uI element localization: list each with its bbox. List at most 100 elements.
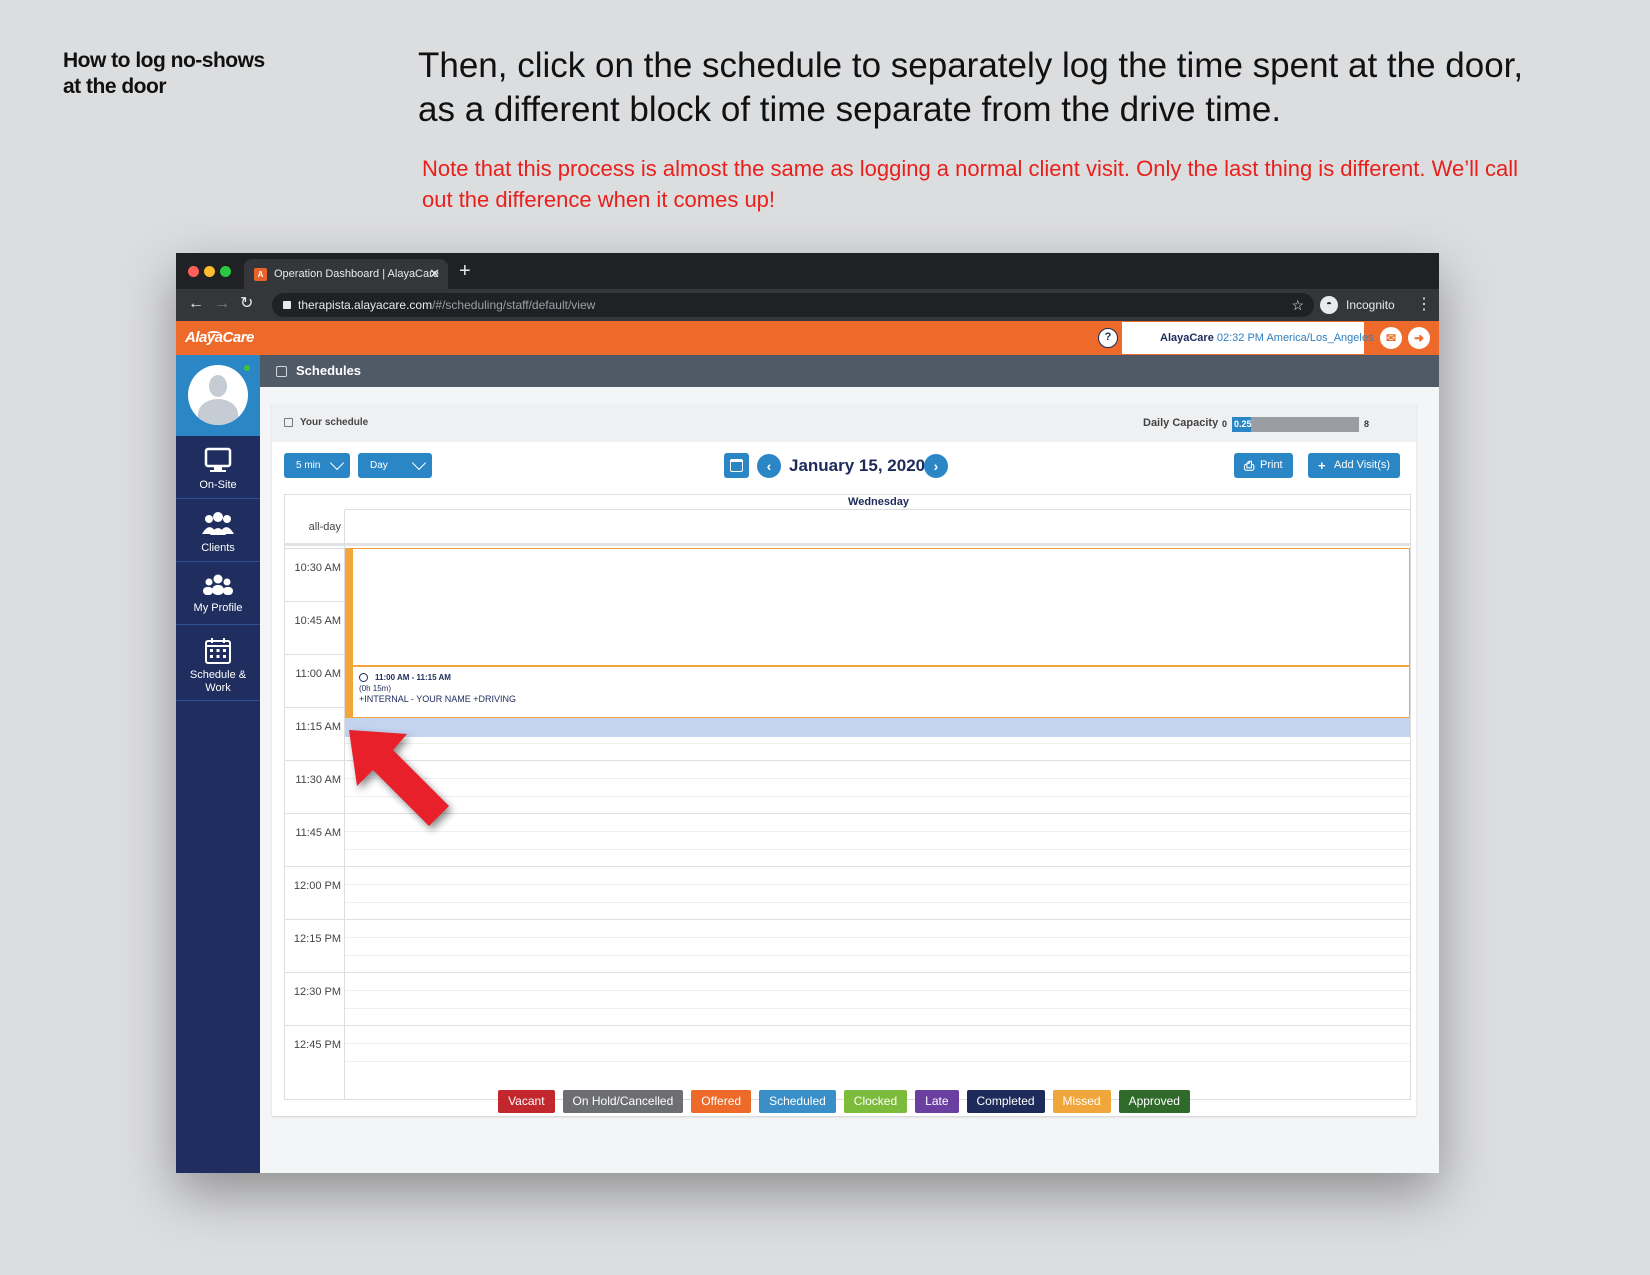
url-field[interactable]: therapista.alayacare.com/#/scheduling/st… bbox=[272, 293, 1314, 317]
page-title-bar: Schedules bbox=[260, 355, 1439, 387]
view-value: Day bbox=[370, 460, 388, 471]
time-subrow-line bbox=[345, 778, 1410, 779]
schedule-panel-icon bbox=[284, 418, 293, 427]
legend-chip: Completed bbox=[966, 1090, 1045, 1113]
alayacare-logo[interactable]: AlayaCare bbox=[185, 329, 254, 346]
profile-group-icon bbox=[203, 574, 233, 595]
next-day-button[interactable]: › bbox=[924, 454, 948, 478]
time-label: 11:30 AM bbox=[295, 774, 341, 786]
address-bar: ← → ↻ therapista.alayacare.com/#/schedul… bbox=[176, 289, 1439, 321]
url-host: therapista.alayacare.com bbox=[298, 298, 433, 312]
bookmark-star-icon[interactable]: ☆ bbox=[1291, 293, 1304, 317]
sidebar-item-clients[interactable]: Clients bbox=[176, 500, 260, 562]
interval-value: 5 min bbox=[296, 460, 321, 471]
help-icon: ? bbox=[1098, 328, 1118, 348]
all-day-row[interactable]: all-day bbox=[285, 510, 1410, 546]
current-date: January 15, 2020 bbox=[789, 456, 926, 475]
legend-chip: Missed bbox=[1052, 1090, 1111, 1113]
sidebar-item-my-profile[interactable]: My Profile bbox=[176, 563, 260, 625]
capacity-min: 0 bbox=[1222, 419, 1228, 429]
time-row-line bbox=[285, 972, 1410, 973]
panel-header: Your schedule Daily Capacity 0 0.25 8 bbox=[272, 404, 1416, 442]
time-row-line bbox=[285, 1025, 1410, 1026]
app-header: AlayaCare ? AlayaCare 02:32 PM America/L… bbox=[176, 321, 1439, 355]
avatar bbox=[188, 365, 248, 425]
back-icon[interactable]: ← bbox=[188, 294, 204, 314]
legend-chip: Vacant bbox=[498, 1090, 555, 1113]
time-label: 10:45 AM bbox=[294, 615, 341, 627]
time-subrow-line bbox=[345, 831, 1410, 832]
print-label: Print bbox=[1260, 459, 1283, 471]
capacity-max: 8 bbox=[1364, 419, 1370, 429]
selected-time-slot[interactable] bbox=[345, 718, 1410, 737]
logout-icon: ➜ bbox=[1413, 331, 1425, 345]
online-status-icon bbox=[244, 365, 250, 371]
incognito-indicator[interactable]: ◓ Incognito bbox=[1320, 293, 1395, 317]
sidebar-item-label: Schedule & Work bbox=[189, 669, 247, 694]
legend-chip: Scheduled bbox=[759, 1090, 836, 1113]
printer-icon: ⎙ bbox=[1244, 458, 1255, 473]
print-button[interactable]: ⎙ Print bbox=[1234, 453, 1293, 478]
reload-icon[interactable]: ↻ bbox=[240, 294, 253, 314]
tab-close-icon[interactable]: ✕ bbox=[429, 259, 440, 289]
logout-button[interactable]: ➜ bbox=[1408, 327, 1430, 349]
time-subrow-line bbox=[345, 937, 1410, 938]
sidebar-item-label: On-Site bbox=[199, 479, 237, 491]
time-row-line bbox=[285, 919, 1410, 920]
alayacare-favicon-icon: A bbox=[254, 268, 267, 281]
help-button[interactable]: ? bbox=[1098, 322, 1120, 354]
time-label: 10:30 AM bbox=[294, 562, 341, 574]
logo-swoosh-icon bbox=[207, 331, 221, 337]
incognito-label: Incognito bbox=[1346, 298, 1395, 312]
prev-day-button[interactable]: ‹ bbox=[757, 454, 781, 478]
legend-chip: Late bbox=[915, 1090, 959, 1113]
window-maximize-control[interactable] bbox=[220, 266, 231, 277]
day-column-header: Wednesday bbox=[345, 495, 1410, 510]
current-time: 02:32 PM bbox=[1216, 332, 1264, 344]
status-legend: Vacant On Hold/Cancelled Offered Scheduled C… bbox=[272, 1090, 1416, 1114]
tab-bar: A Operation Dashboard | AlayaCare ✕ + bbox=[176, 253, 1439, 289]
sidebar-item-on-site[interactable]: On-Site bbox=[176, 436, 260, 499]
view-select[interactable]: Day bbox=[358, 453, 432, 478]
chevron-down-icon bbox=[411, 455, 427, 471]
chevron-right-icon: › bbox=[933, 458, 939, 474]
new-tab-icon[interactable]: + bbox=[459, 259, 471, 283]
chevron-down-icon bbox=[329, 455, 345, 471]
user-name: AlayaCare bbox=[1160, 332, 1214, 344]
page-title: Schedules bbox=[296, 363, 362, 378]
avatar-block[interactable] bbox=[176, 355, 260, 436]
mail-icon: ✉ bbox=[1385, 331, 1397, 345]
browser-menu-icon[interactable]: ⋮ bbox=[1416, 293, 1432, 317]
user-info: ? AlayaCare 02:32 PM America/Los_Angeles bbox=[1098, 322, 1373, 354]
time-label: 11:15 AM bbox=[295, 721, 341, 733]
window-minimize-control[interactable] bbox=[204, 266, 215, 277]
unlabeled-event-block[interactable] bbox=[345, 548, 1410, 669]
legend-chip: Offered bbox=[691, 1090, 752, 1113]
sidebar-item-schedule-work[interactable]: Schedule & Work bbox=[176, 626, 260, 701]
forward-icon[interactable]: → bbox=[214, 294, 230, 314]
legend-chip: Approved bbox=[1118, 1090, 1190, 1113]
interval-select[interactable]: 5 min bbox=[284, 453, 350, 478]
add-visits-button[interactable]: + Add Visit(s) bbox=[1308, 453, 1401, 478]
time-row-line bbox=[285, 866, 1410, 867]
plus-icon: + bbox=[1318, 458, 1326, 473]
messages-button[interactable]: ✉ bbox=[1380, 327, 1402, 349]
browser-window: A Operation Dashboard | AlayaCare ✕ + ← … bbox=[176, 253, 1439, 1173]
clients-icon bbox=[202, 512, 234, 535]
all-day-label: all-day bbox=[308, 521, 341, 533]
timezone: America/Los_Angeles bbox=[1266, 332, 1374, 344]
legend-chip: Clocked bbox=[843, 1090, 908, 1113]
date-picker-button[interactable] bbox=[724, 453, 749, 478]
tab-title: Operation Dashboard | AlayaCare bbox=[274, 268, 439, 280]
window-close-control[interactable] bbox=[188, 266, 199, 277]
lock-icon bbox=[283, 301, 291, 309]
sidebar-item-label: My Profile bbox=[193, 602, 243, 614]
time-subrow-line bbox=[345, 849, 1410, 850]
browser-tab[interactable]: A Operation Dashboard | AlayaCare ✕ bbox=[244, 259, 448, 289]
page-footer-area bbox=[260, 1133, 1439, 1173]
avatar-body-shape bbox=[198, 399, 238, 425]
calendar-icon bbox=[205, 638, 231, 664]
driving-event-block[interactable]: 11:00 AM - 11:15 AM (0h 15m) +INTERNAL -… bbox=[345, 666, 1410, 718]
add-visits-label: Add Visit(s) bbox=[1334, 459, 1391, 471]
event-duration: (0h 15m) bbox=[359, 684, 392, 693]
